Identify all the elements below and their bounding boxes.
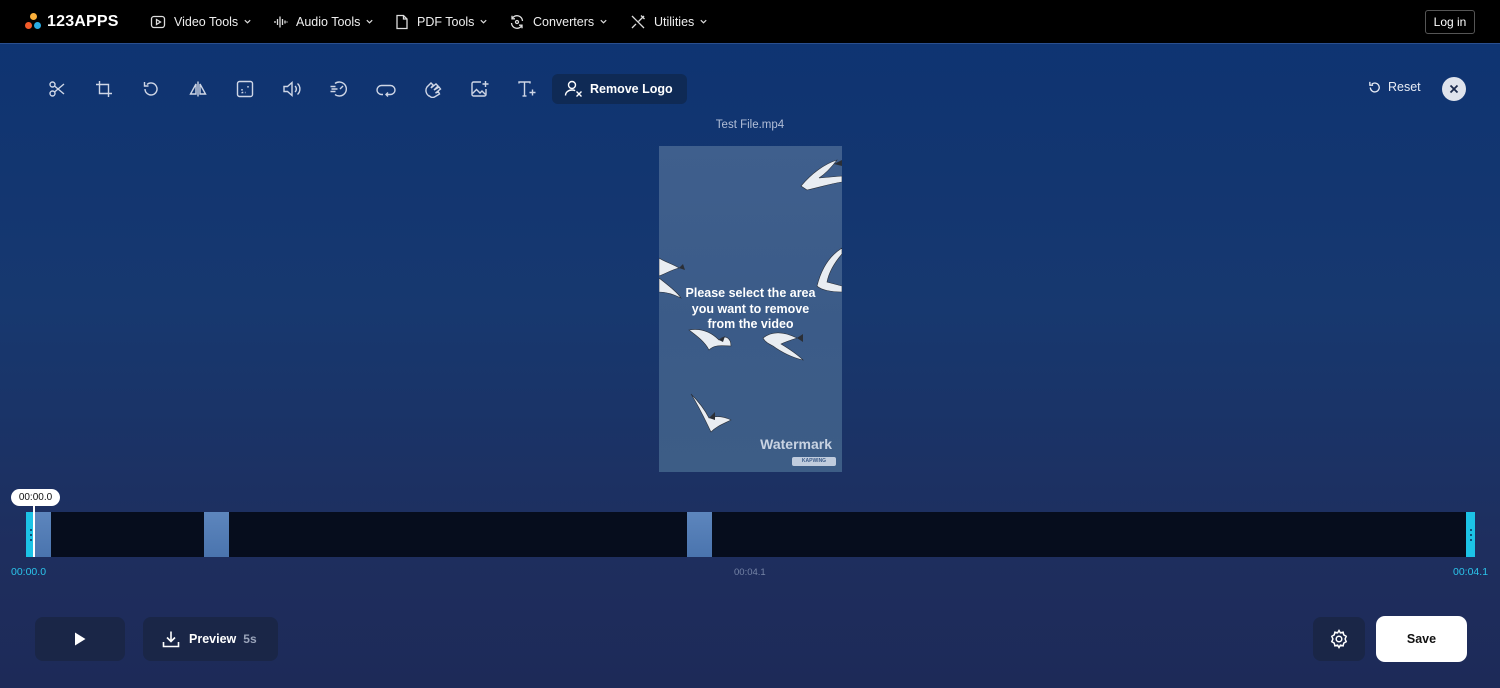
rotate-icon [142, 80, 160, 98]
reset-button[interactable]: Reset [1368, 80, 1421, 94]
settings-button[interactable] [1313, 617, 1365, 661]
playhead[interactable] [33, 506, 35, 557]
nav-converters-label: Converters [533, 15, 594, 29]
remove-logo-tool-button[interactable]: Remove Logo [552, 74, 687, 104]
add-image-tool-button[interactable] [456, 74, 503, 104]
loop-tool-button[interactable] [362, 74, 409, 104]
nav-audio-tools-label: Audio Tools [296, 15, 360, 29]
resize-icon [236, 80, 254, 98]
cut-tool-button[interactable] [33, 74, 80, 104]
trim-end-handle[interactable] [1466, 512, 1475, 557]
loop-icon [376, 80, 396, 98]
login-button[interactable]: Log in [1425, 10, 1475, 34]
file-name: Test File.mp4 [650, 119, 850, 131]
brand-name: 123APPS [47, 13, 119, 31]
crop-icon [95, 80, 113, 98]
kapwing-badge: KAPWING [792, 457, 836, 466]
logo-dots-icon [25, 13, 43, 31]
editor-toolbar: Remove Logo [33, 74, 687, 104]
convert-icon [509, 14, 525, 30]
add-text-icon [517, 80, 537, 98]
timeline-thumbnail [204, 512, 229, 557]
nav-utilities-label: Utilities [654, 15, 694, 29]
nav-utilities[interactable]: Utilities [630, 0, 708, 44]
play-circle-icon [150, 14, 166, 30]
video-instruction-line: you want to remove [659, 302, 842, 318]
volume-tool-button[interactable] [268, 74, 315, 104]
preview-duration: 5s [243, 632, 256, 646]
video-preview[interactable]: Please select the area you want to remov… [659, 146, 842, 472]
stabilize-tool-button[interactable] [409, 74, 456, 104]
brand-logo[interactable]: 123APPS [25, 13, 135, 31]
timeline-start-time: 00:00.0 [11, 566, 46, 578]
chevron-down-icon [365, 17, 374, 26]
timeline-mid-time: 00:04.1 [734, 567, 766, 578]
add-text-tool-button[interactable] [503, 74, 550, 104]
chevron-down-icon [599, 17, 608, 26]
flip-tool-button[interactable] [174, 74, 221, 104]
speed-icon [329, 80, 349, 98]
timeline-track[interactable] [26, 512, 1475, 557]
remove-logo-icon [564, 80, 584, 98]
chevron-down-icon [699, 17, 708, 26]
nav-pdf-tools-label: PDF Tools [417, 15, 474, 29]
nav-converters[interactable]: Converters [509, 0, 608, 44]
reset-icon [1368, 81, 1381, 94]
top-navigation: 123APPS Video Tools Audio Tools PDF Tool… [0, 0, 1500, 44]
stabilize-icon [423, 80, 443, 98]
timeline-end-time: 00:04.1 [1453, 566, 1488, 578]
nav-video-tools-label: Video Tools [174, 15, 238, 29]
preview-button[interactable]: Preview 5s [143, 617, 278, 661]
nav-pdf-tools[interactable]: PDF Tools [395, 0, 488, 44]
gear-icon [1329, 629, 1349, 649]
waveform-icon [274, 15, 288, 29]
flip-icon [189, 80, 207, 98]
video-instruction-line: from the video [659, 317, 842, 333]
reset-label: Reset [1388, 80, 1421, 94]
play-button[interactable] [35, 617, 125, 661]
timeline-thumbnail [687, 512, 712, 557]
volume-icon [282, 80, 302, 98]
video-instruction: Please select the area you want to remov… [659, 286, 842, 333]
nav-video-tools[interactable]: Video Tools [150, 0, 252, 44]
watermark-text: Watermark [760, 436, 832, 452]
current-time-bubble: 00:00.0 [11, 489, 60, 506]
cut-icon [48, 80, 66, 98]
close-icon [1449, 84, 1459, 94]
tools-icon [630, 14, 646, 30]
document-icon [395, 14, 409, 30]
chevron-down-icon [479, 17, 488, 26]
add-image-icon [470, 80, 490, 98]
video-instruction-line: Please select the area [659, 286, 842, 302]
preview-label: Preview [189, 632, 236, 646]
speed-tool-button[interactable] [315, 74, 362, 104]
resize-tool-button[interactable] [221, 74, 268, 104]
close-button[interactable] [1442, 77, 1466, 101]
timeline-thumbnail [35, 512, 51, 557]
download-icon [162, 630, 180, 648]
remove-logo-label: Remove Logo [590, 82, 673, 96]
nav-audio-tools[interactable]: Audio Tools [274, 0, 374, 44]
chevron-down-icon [243, 17, 252, 26]
play-icon [74, 632, 86, 646]
crop-tool-button[interactable] [80, 74, 127, 104]
save-button[interactable]: Save [1376, 616, 1467, 662]
rotate-tool-button[interactable] [127, 74, 174, 104]
